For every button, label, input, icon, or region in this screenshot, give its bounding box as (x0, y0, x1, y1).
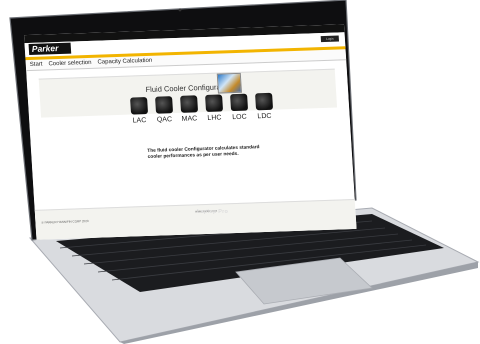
cooler-icon (254, 92, 273, 111)
cooler-icon (204, 94, 223, 113)
product-label: MAC (181, 115, 198, 123)
laptop-scene: Parker Login Start Cooler selection Capa… (0, 0, 480, 344)
main-content: Fluid Cooler Configurator LAC QAC MAC LH… (26, 64, 357, 240)
product-mac[interactable]: MAC (178, 95, 200, 132)
webcam (178, 8, 182, 12)
nav-cooler-selection[interactable]: Cooler selection (48, 60, 91, 67)
screen: Parker Login Start Cooler selection Capa… (24, 24, 357, 240)
cooler-icon (229, 93, 248, 112)
product-label: LDC (257, 112, 272, 121)
footer-copyright: © PARKER HANNIFIN CORP 2020 (41, 218, 89, 225)
product-ldc[interactable]: LDC (253, 92, 275, 130)
configurator-image (216, 72, 242, 94)
nav-capacity-calculation[interactable]: Capacity Calculation (97, 58, 152, 66)
product-label: LOC (232, 113, 247, 122)
cooler-icon (154, 96, 173, 114)
product-lhc[interactable]: LHC (203, 94, 225, 131)
product-label: QAC (156, 116, 173, 124)
description-text: The fluid cooler Configurator calculates… (147, 145, 260, 160)
nav-start[interactable]: Start (30, 62, 43, 68)
product-label: LAC (132, 117, 147, 125)
product-loc[interactable]: LOC (228, 93, 250, 131)
parker-logo: Parker (28, 42, 72, 56)
user-button[interactable]: Login (320, 35, 340, 43)
cooler-icon (129, 97, 148, 115)
product-lac[interactable]: LAC (128, 97, 150, 134)
cooler-icon (179, 95, 198, 113)
product-list: LAC QAC MAC LHC LOC LDC (128, 92, 290, 137)
product-qac[interactable]: QAC (153, 96, 175, 133)
product-label: LHC (207, 114, 222, 122)
laptop-brand-label: Laptop Pro (197, 209, 229, 215)
